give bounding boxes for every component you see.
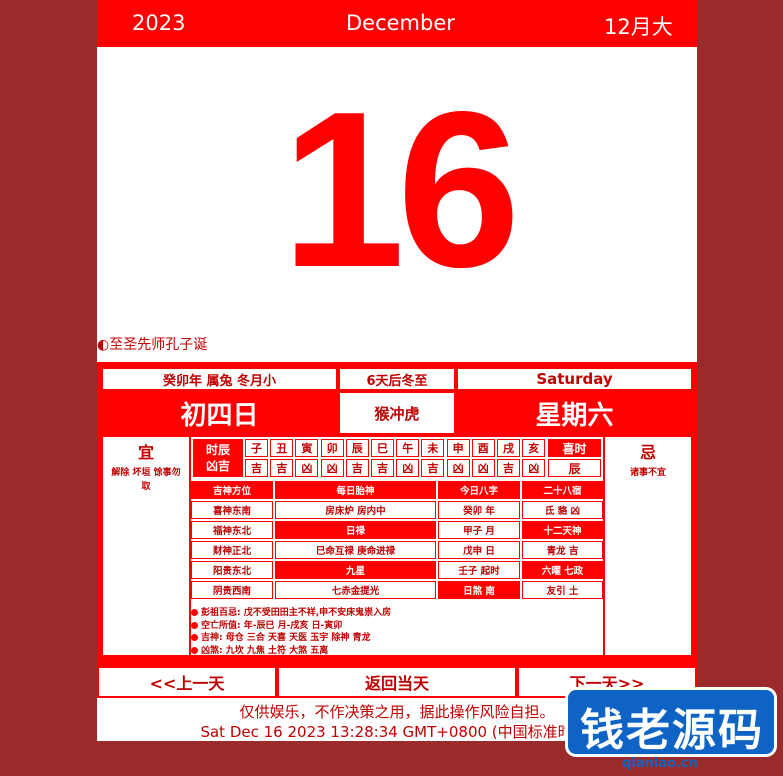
grid-header-1: 吉神方位 xyxy=(191,481,273,499)
hour-luck: 凶 xyxy=(396,459,420,477)
note-text: 空亡所值: 年-辰巳 月-戌亥 日-寅卯 xyxy=(201,620,343,631)
weekday-cn: 星期六 xyxy=(458,393,691,433)
hour-branch: 午 xyxy=(396,439,420,457)
ji-title: 忌 xyxy=(639,443,656,462)
bullet-icon xyxy=(191,646,198,654)
watermark-url: qianlao.cn xyxy=(622,756,698,771)
grid-cell-bazi: 甲子 月 xyxy=(438,521,520,539)
grid-cell-taishen: 巳命互禄 庚命进禄 xyxy=(275,541,436,559)
yi-desc: 解除 坏垣 馀事勿取 xyxy=(111,468,181,492)
year-label: 2023 xyxy=(132,11,186,35)
note-item: 彭祖百忌: 戊不受田田主不祥,申不安床鬼祟入房 xyxy=(191,605,391,618)
prev-day-button[interactable]: <<上一天 xyxy=(99,668,275,696)
weekday-en: Saturday xyxy=(458,369,691,389)
hour-branch: 丑 xyxy=(270,439,294,457)
note-text: 凶煞: 九坎 九焦 土符 大煞 五离 xyxy=(201,645,329,656)
grid-cell-direction: 阳贵东北 xyxy=(191,561,273,579)
day-number: 16 xyxy=(281,66,521,314)
note-item: 吉神: 母仓 三合 天喜 天医 玉宇 除神 青龙 xyxy=(191,630,371,643)
hour-luck: 凶 xyxy=(295,459,319,477)
grid-header-3: 今日八字 xyxy=(438,481,520,499)
ji-column: 忌 诸事不宜 xyxy=(605,437,691,655)
hour-branch: 戌 xyxy=(497,439,520,457)
grid-cell-direction: 喜神东南 xyxy=(191,501,273,519)
yi-column: 宜 解除 坏垣 馀事勿取 xyxy=(103,437,189,655)
xishi-label: 喜时 xyxy=(548,439,601,457)
hour-branch: 辰 xyxy=(345,439,369,457)
clash-zodiac: 猴冲虎 xyxy=(340,393,454,433)
hour-branch: 寅 xyxy=(295,439,319,457)
festival-label: ◐至圣先师孔子诞 xyxy=(97,337,208,353)
grid-cell-xiu: 友引 土 xyxy=(522,581,603,599)
hours-label: 时辰 凶吉 xyxy=(193,439,243,477)
month-cn-label: 12月大 xyxy=(604,15,673,39)
hour-branch: 酉 xyxy=(471,439,495,457)
bullet-icon xyxy=(191,609,198,616)
grid-cell-xiu: 氐 貉 凶 xyxy=(522,501,603,519)
almanac-panel: 癸卯年 属兔 冬月小 6天后冬至 Saturday 初四日 猴冲虎 星期六 宜 … xyxy=(97,362,697,666)
grid-cell-xiu: 青龙 吉 xyxy=(522,541,603,559)
grid-cell-direction: 阴贵西南 xyxy=(191,581,273,599)
calendar: 2023 December 12月大 16 ◐至圣先师孔子诞 癸卯年 属兔 冬月… xyxy=(97,0,697,741)
grid-cell-taishen: 日禄 xyxy=(275,521,436,539)
solar-term-countdown: 6天后冬至 xyxy=(340,369,454,389)
ji-desc: 诸事不宜 xyxy=(629,468,666,478)
note-text: 吉神: 母仓 三合 天喜 天医 玉宇 除神 青龙 xyxy=(201,633,371,643)
hour-luck: 凶 xyxy=(471,459,495,477)
hour-luck: 吉 xyxy=(270,459,294,477)
grid-cell-bazi: 壬子 起时 xyxy=(438,561,520,579)
hour-branch: 未 xyxy=(421,439,445,457)
grid-header-2: 每日胎神 xyxy=(275,481,436,499)
calendar-header: 2023 December 12月大 xyxy=(97,0,697,47)
grid-cell-taishen: 房床炉 房内中 xyxy=(275,501,436,519)
hour-branch: 亥 xyxy=(522,439,546,457)
hour-luck: 吉 xyxy=(497,459,520,477)
bullet-icon xyxy=(191,634,198,641)
grid-cell-direction: 财神正北 xyxy=(191,541,273,559)
note-item: 空亡所值: 年-辰巳 月-戌亥 日-寅卯 xyxy=(191,618,342,631)
hour-branch: 巳 xyxy=(371,439,394,457)
grid-cell-taishen: 七赤金提光 xyxy=(275,581,436,599)
grid-cell-xiu: 十二天神 xyxy=(522,521,603,539)
bullet-icon xyxy=(191,621,198,629)
grid-cell-xiu: 六曜 七政 xyxy=(522,561,603,579)
hour-luck: 吉 xyxy=(245,459,268,477)
grid-cell-direction: 福神东北 xyxy=(191,521,273,539)
hour-luck: 吉 xyxy=(371,459,394,477)
watermark: 钱老源码 qianlao.cn xyxy=(562,672,782,776)
grid-cell-bazi: 癸卯 年 xyxy=(438,501,520,519)
grid-cell-bazi: 戊申 日 xyxy=(438,541,520,559)
hour-luck: 吉 xyxy=(345,459,369,477)
xishi-value: 辰 xyxy=(548,459,601,477)
hour-branch: 卯 xyxy=(320,439,344,457)
hour-branch: 子 xyxy=(245,439,268,457)
grid-cell-bazi: 日煞 南 xyxy=(438,581,520,599)
watermark-text: 钱老源码 xyxy=(580,705,764,756)
hour-luck: 凶 xyxy=(446,459,470,477)
lunar-day: 初四日 xyxy=(103,393,336,433)
hour-luck: 吉 xyxy=(421,459,445,477)
note-item: 凶煞: 九坎 九焦 土符 大煞 五离 xyxy=(191,643,328,656)
grid-header-4: 二十八宿 xyxy=(522,481,603,499)
grid-cell-taishen: 九星 xyxy=(275,561,436,579)
note-text: 彭祖百忌: 戊不受田田主不祥,申不安床鬼祟入房 xyxy=(201,608,392,618)
hour-branch: 申 xyxy=(446,439,470,457)
year-ganzhi: 癸卯年 属兔 冬月小 xyxy=(103,369,336,389)
back-to-today-button[interactable]: 返回当天 xyxy=(279,668,515,696)
yi-title: 宜 xyxy=(137,443,154,462)
month-en-label: December xyxy=(346,11,455,35)
hour-luck: 凶 xyxy=(522,459,546,477)
hour-luck: 凶 xyxy=(320,459,344,477)
hours-label-2: 凶吉 xyxy=(205,459,230,473)
hours-label-1: 时辰 xyxy=(205,443,230,457)
